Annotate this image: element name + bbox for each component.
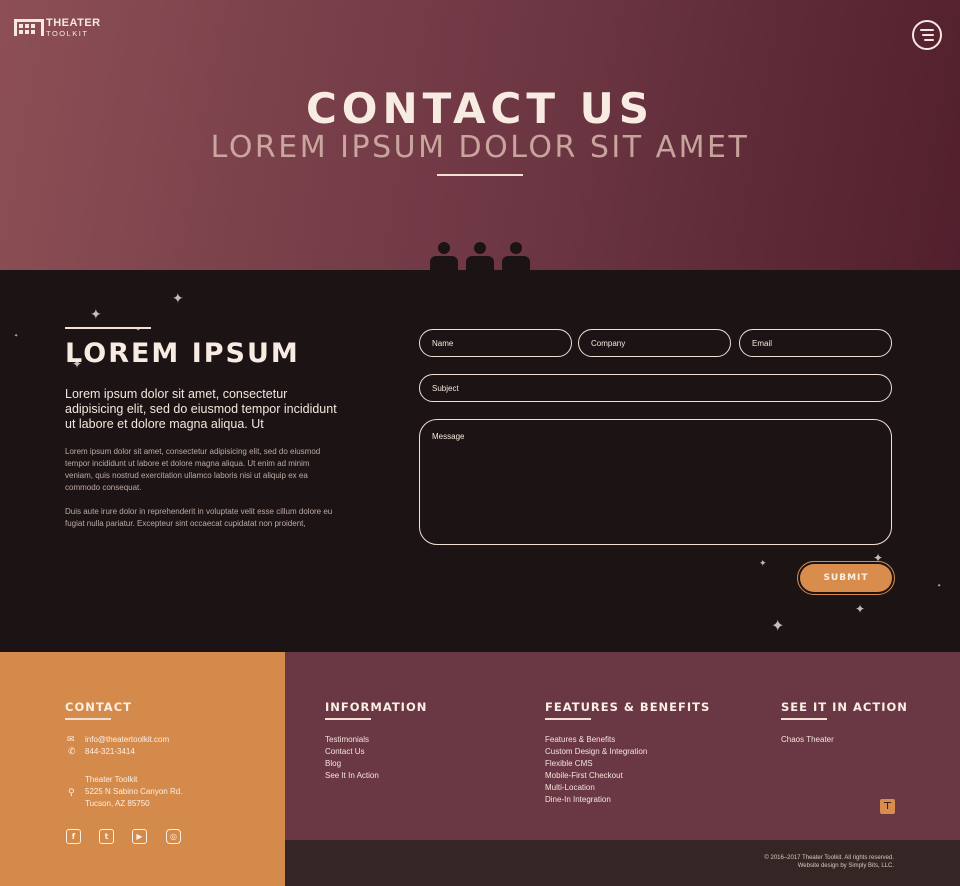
footer-links-panel [285, 652, 960, 840]
footer-link[interactable]: Features & Benefits [545, 735, 615, 744]
youtube-icon[interactable]: ▶ [132, 829, 147, 844]
phone-icon: ✆ [68, 747, 76, 757]
sparkle-icon: ✦ [771, 616, 785, 635]
envelope-icon: ✉ [67, 735, 75, 745]
sparkle-icon: ✦ [855, 602, 866, 616]
contact-phone[interactable]: 844-321-3414 [85, 746, 135, 758]
footer-heading-divider [65, 718, 111, 720]
menu-icon [920, 29, 934, 31]
message-field[interactable]: Message [419, 419, 892, 545]
footer-information-heading: INFORMATION [325, 700, 428, 714]
section-heading: LOREM IPSUM [65, 338, 300, 369]
sparkle-icon: ✦ [937, 583, 942, 589]
contact-email[interactable]: info@theatertoolkit.com [85, 734, 169, 746]
sparkle-icon: ✦ [14, 333, 19, 339]
footer-features-heading: FEATURES & BENEFITS [545, 700, 711, 714]
instagram-icon[interactable]: ◎ [166, 829, 181, 844]
body-paragraph: Lorem ipsum dolor sit amet, consectetur … [65, 447, 321, 492]
location-pin-icon: ⚲ [68, 788, 75, 798]
footer-link[interactable]: See It In Action [325, 771, 379, 780]
address-city: Tucson, AZ 85750 [85, 799, 150, 808]
sparkle-icon: ✦ [759, 559, 767, 569]
logo-mark-icon [14, 19, 44, 37]
footer-link[interactable]: Mobile-First Checkout [545, 771, 623, 780]
contact-section: ✦ ✦ ✦ ✦ ✦ ✦ ✦ ✦ ✦ ✦ LOREM IPSUM Lorem ip… [0, 270, 960, 652]
copyright-line: © 2016–2017 Theater Toolkit. All rights … [764, 855, 894, 861]
email-field[interactable]: Email [739, 329, 892, 357]
body-paragraph: Duis aute irure dolor in reprehenderit i… [65, 507, 333, 528]
logo-line1: THEATER [46, 17, 101, 29]
twitter-icon[interactable]: t [99, 829, 114, 844]
sparkle-icon: ✦ [172, 291, 184, 307]
heading-divider [65, 327, 151, 329]
address-name: Theater Toolkit [85, 775, 138, 784]
footer-contact-heading: CONTACT [65, 700, 132, 714]
title-divider [437, 174, 523, 176]
copyright: © 2016–2017 Theater Toolkit. All rights … [764, 854, 894, 870]
footer-heading-divider [325, 718, 371, 720]
logo-line2: TOOLKIT [46, 29, 89, 38]
submit-button-outline: SUBMIT [797, 561, 895, 595]
footer-link[interactable]: Multi-Location [545, 783, 595, 792]
subject-field[interactable]: Subject [419, 374, 892, 402]
footer-link[interactable]: Custom Design & Integration [545, 747, 647, 756]
hero-banner: THEATER TOOLKIT CONTACT US LOREM IPSUM D… [0, 0, 960, 270]
footer-link[interactable]: Dine-In Integration [545, 795, 611, 804]
footer-link[interactable]: Blog [325, 759, 341, 768]
credit-line: Website design by Simply Bits, LLC. [797, 863, 894, 869]
name-field[interactable]: Name [419, 329, 572, 357]
page-subtitle: LOREM IPSUM DOLOR SIT AMET [210, 130, 750, 165]
logo[interactable]: THEATER TOOLKIT [14, 18, 101, 38]
lead-text: Lorem ipsum dolor sit amet, consectetur … [65, 387, 337, 431]
back-to-top-icon[interactable]: ⊤ [880, 799, 895, 814]
sparkle-icon: ✦ [90, 307, 102, 323]
footer-contact-panel [0, 652, 285, 886]
footer-link[interactable]: Flexible CMS [545, 759, 593, 768]
company-field[interactable]: Company [578, 329, 731, 357]
facebook-icon[interactable]: f [66, 829, 81, 844]
footer-link[interactable]: Testimonials [325, 735, 369, 744]
footer-link[interactable]: Chaos Theater [781, 735, 834, 744]
footer-action-heading: SEE IT IN ACTION [781, 700, 908, 714]
footer-heading-divider [781, 718, 827, 720]
menu-button[interactable] [912, 20, 942, 50]
page-title: CONTACT US [305, 84, 655, 133]
address-street: 5225 N Sabino Canyon Rd. [85, 787, 183, 796]
theater-seats-icon [430, 242, 530, 270]
footer-link[interactable]: Contact Us [325, 747, 365, 756]
submit-button[interactable]: SUBMIT [800, 564, 892, 592]
footer-heading-divider [545, 718, 591, 720]
